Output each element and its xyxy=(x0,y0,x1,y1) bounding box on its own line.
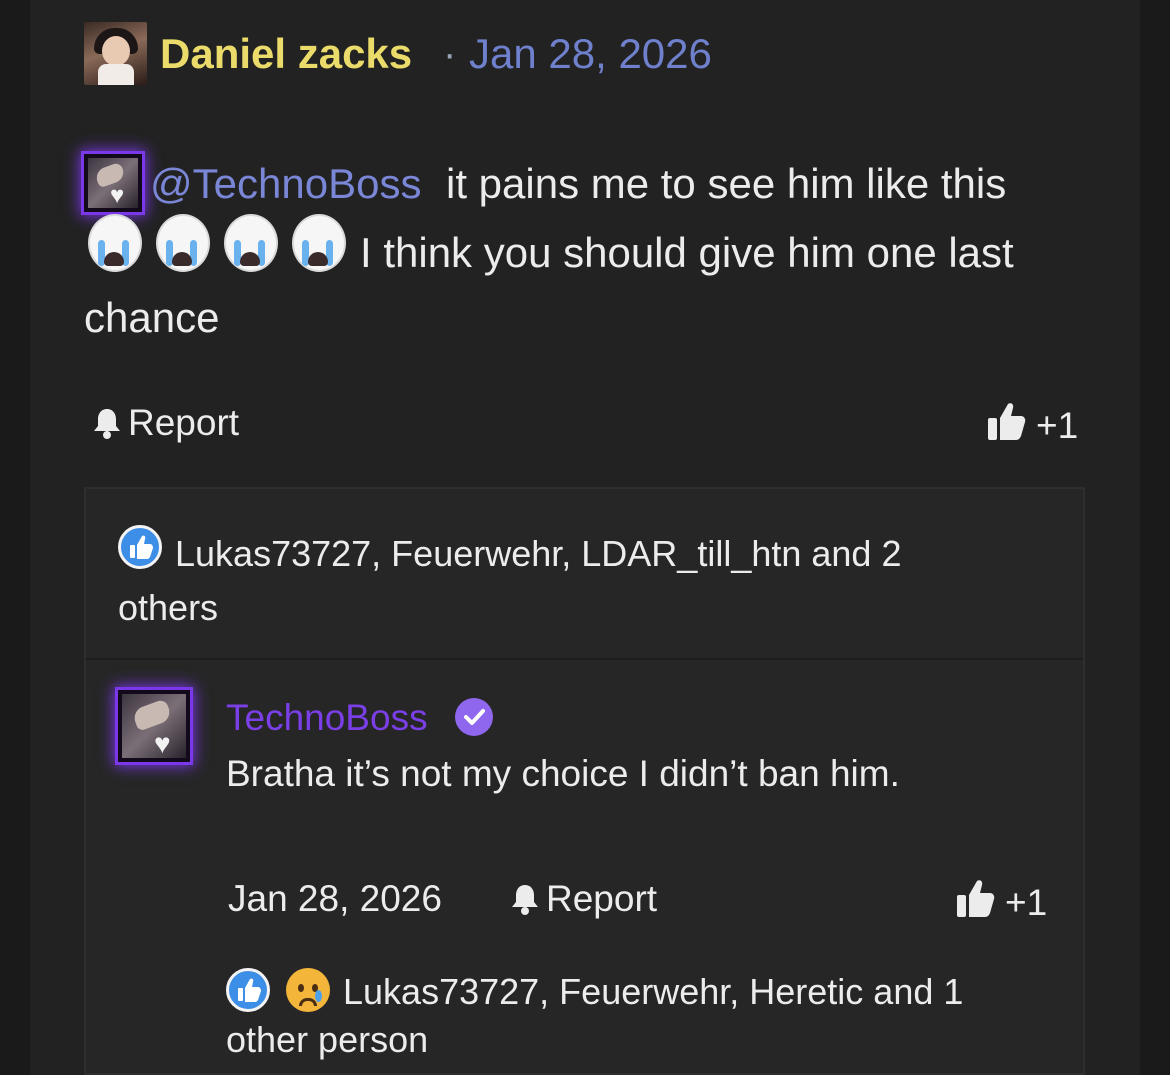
divider xyxy=(86,658,1083,660)
author-avatar[interactable] xyxy=(84,22,147,85)
crying-emoji xyxy=(286,212,350,278)
header-separator: · xyxy=(443,32,457,76)
reply-reactors-list[interactable]: Lukas73727, Feuerwehr, Heretic and 1 oth… xyxy=(226,968,1026,1064)
crying-emoji xyxy=(150,212,214,278)
crying-emoji xyxy=(218,212,282,278)
reply-date[interactable]: Jan 28, 2026 xyxy=(228,878,442,920)
reply-like-button[interactable]: +1 xyxy=(955,877,1047,928)
post-text-line1: it pains me to see him like this xyxy=(446,160,1007,207)
post-date[interactable]: Jan 28, 2026 xyxy=(469,30,712,78)
reply-author-name[interactable]: TechnoBoss xyxy=(226,697,428,739)
bell-icon xyxy=(510,882,540,916)
like-count: +1 xyxy=(1036,404,1079,446)
report-label: Report xyxy=(546,878,658,919)
verified-check-icon xyxy=(455,698,493,736)
mention-avatar[interactable]: ♥ xyxy=(81,151,145,215)
post-text-line3: chance xyxy=(84,294,220,341)
thumbs-up-icon xyxy=(955,877,995,928)
report-button[interactable]: Report xyxy=(92,402,239,444)
crying-emoji xyxy=(82,212,146,278)
thumbs-up-icon xyxy=(986,400,1026,451)
reactors-list[interactable]: Lukas73727, Feuerwehr, LDAR_till_htn and… xyxy=(118,527,998,635)
post-text-line2: I think you should give him one last xyxy=(360,229,1014,276)
reply-author-avatar[interactable]: ♥ xyxy=(115,687,193,765)
reply-report-button[interactable]: Report xyxy=(510,878,657,920)
bell-icon xyxy=(92,406,122,440)
like-button[interactable]: +1 xyxy=(986,400,1078,451)
author-name[interactable]: Daniel zacks xyxy=(160,30,412,78)
reply-text: Bratha it’s not my choice I didn’t ban h… xyxy=(226,753,900,794)
mention-link[interactable]: @TechnoBoss xyxy=(150,160,421,208)
report-label: Report xyxy=(128,402,240,443)
like-count: +1 xyxy=(1005,881,1048,923)
